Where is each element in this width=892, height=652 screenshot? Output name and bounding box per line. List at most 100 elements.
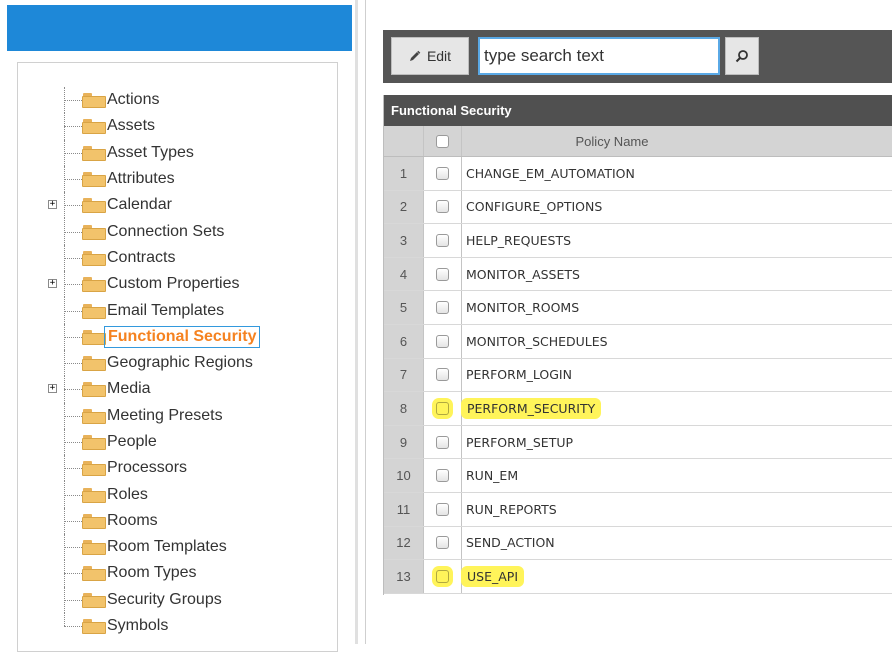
tree-item[interactable]: + Custom Properties [18,271,337,298]
tree-item-label[interactable]: Contracts [104,248,178,268]
folder-icon [82,435,106,450]
tree-item-label[interactable]: Room Templates [104,537,230,557]
row-checkbox-cell [424,190,462,224]
tree-item[interactable]: Processors [18,455,337,482]
row-checkbox[interactable] [436,267,449,281]
tree-item[interactable]: Assets [18,113,337,140]
tree-item-label[interactable]: People [104,432,160,452]
tree-item-label[interactable]: Assets [104,116,158,136]
tree-item-label[interactable]: Roles [104,485,151,505]
policy-name-cell: MONITOR_SCHEDULES [462,325,892,358]
tree-item-label[interactable]: Geographic Regions [104,353,256,373]
tree-item[interactable]: + Media [18,376,337,403]
row-checkbox[interactable] [436,569,449,583]
search-icon [735,50,748,63]
expand-icon[interactable]: + [48,200,57,210]
folder-icon [82,145,106,161]
tree-item[interactable]: Symbols [18,612,337,639]
table-row[interactable]: 4 MONITOR_ASSETS [384,257,892,292]
row-checkbox-cell [424,324,462,358]
tree-connector [64,192,84,219]
folder-icon [82,356,106,372]
row-checkbox[interactable] [436,334,449,348]
tree-item-label[interactable]: Media [104,379,154,399]
tree-item[interactable]: Actions [18,87,337,114]
row-checkbox[interactable] [436,368,449,382]
select-all-checkbox[interactable] [436,134,449,148]
tree-item-label[interactable]: Processors [104,458,190,478]
tree-item[interactable]: Email Templates [18,297,337,324]
tree-item-label[interactable]: Connection Sets [104,222,227,242]
table-row[interactable]: 5 MONITOR_ROOMS [384,291,892,325]
tree-item-label[interactable]: Security Groups [104,590,225,610]
tree-item-label[interactable]: Symbols [104,616,171,636]
expand-icon[interactable]: + [48,279,57,289]
tree-item[interactable]: Room Types [18,560,337,587]
tree-item-label[interactable]: Asset Types [104,143,197,163]
table-row[interactable]: 13 USE_API [384,560,892,594]
tree-connector [64,560,84,587]
policy-name-cell: PERFORM_SETUP [462,426,892,459]
row-checkbox[interactable] [436,200,449,214]
tree-item-label[interactable]: Functional Security [104,325,261,348]
folder-icon [82,277,106,293]
edit-button-label: Edit [426,48,452,64]
table-row[interactable]: 6 MONITOR_SCHEDULES [384,324,892,359]
table-row[interactable]: 11 RUN_REPORTS [384,492,892,527]
tree-item[interactable]: Security Groups [18,586,337,613]
row-checkbox[interactable] [436,469,449,483]
row-checkbox-cell [424,526,462,560]
table-row[interactable]: 8 PERFORM_SECURITY [384,392,892,426]
tree-item-label[interactable]: Attributes [104,169,178,189]
tree-item-label[interactable]: Rooms [104,511,161,531]
tree-item[interactable]: + Calendar [18,192,337,219]
policy-name: MONITOR_SCHEDULES [466,333,608,349]
row-checkbox[interactable] [436,502,449,516]
tree-connector [64,87,84,114]
tree-item-label[interactable]: Custom Properties [104,274,243,294]
pane-divider[interactable] [355,0,358,644]
tree-item-label[interactable]: Calendar [104,195,175,215]
search-button[interactable] [725,37,759,75]
tree-item[interactable]: Room Templates [18,534,337,561]
tree-item[interactable]: Contracts [18,244,337,272]
tree-item[interactable]: Asset Types [18,139,337,166]
table-row[interactable]: 1 CHANGE_EM_AUTOMATION [384,157,892,191]
tree-item-label[interactable]: Room Types [104,563,200,583]
tree-item[interactable]: Roles [18,481,337,508]
tree-item[interactable]: Attributes [18,165,337,193]
tree-item-label[interactable]: Actions [104,90,162,110]
row-checkbox[interactable] [436,301,449,315]
expand-icon[interactable]: + [48,384,57,394]
table-row[interactable]: 3 HELP_REQUESTS [384,224,892,258]
edit-button[interactable]: Edit [391,37,469,75]
row-checkbox[interactable] [436,536,449,550]
policy-name-header[interactable]: Policy Name [462,126,892,156]
row-number: 10 [384,459,424,492]
row-checkbox[interactable] [436,166,449,180]
search-input[interactable] [478,37,720,75]
tree-item[interactable]: Geographic Regions [18,349,337,377]
tree-connector [64,113,84,140]
row-checkbox[interactable] [436,233,449,247]
tree-item[interactable]: Connection Sets [18,218,337,245]
tree-item[interactable]: Rooms [18,507,337,535]
tree-item[interactable]: People [18,428,337,456]
tree-item-label[interactable]: Email Templates [104,301,227,321]
table-row[interactable]: 7 PERFORM_LOGIN [384,358,892,393]
row-checkbox[interactable] [436,401,449,415]
select-all-cell [424,126,462,156]
row-checkbox-cell [424,257,462,291]
table-row[interactable]: 12 SEND_ACTION [384,526,892,561]
policy-name-cell: RUN_EM [462,459,892,492]
tree-connector [64,612,84,639]
tree-item-label[interactable]: Meeting Presets [104,406,226,426]
row-checkbox[interactable] [436,435,449,449]
table-row[interactable]: 2 CONFIGURE_OPTIONS [384,190,892,225]
tree-item[interactable]: Meeting Presets [18,402,337,429]
table-row[interactable]: 10 RUN_EM [384,459,892,493]
table-row[interactable]: 9 PERFORM_SETUP [384,425,892,460]
row-number: 12 [384,526,424,560]
row-checkbox-cell [424,358,462,392]
tree-item[interactable]: Functional Security [18,323,337,350]
